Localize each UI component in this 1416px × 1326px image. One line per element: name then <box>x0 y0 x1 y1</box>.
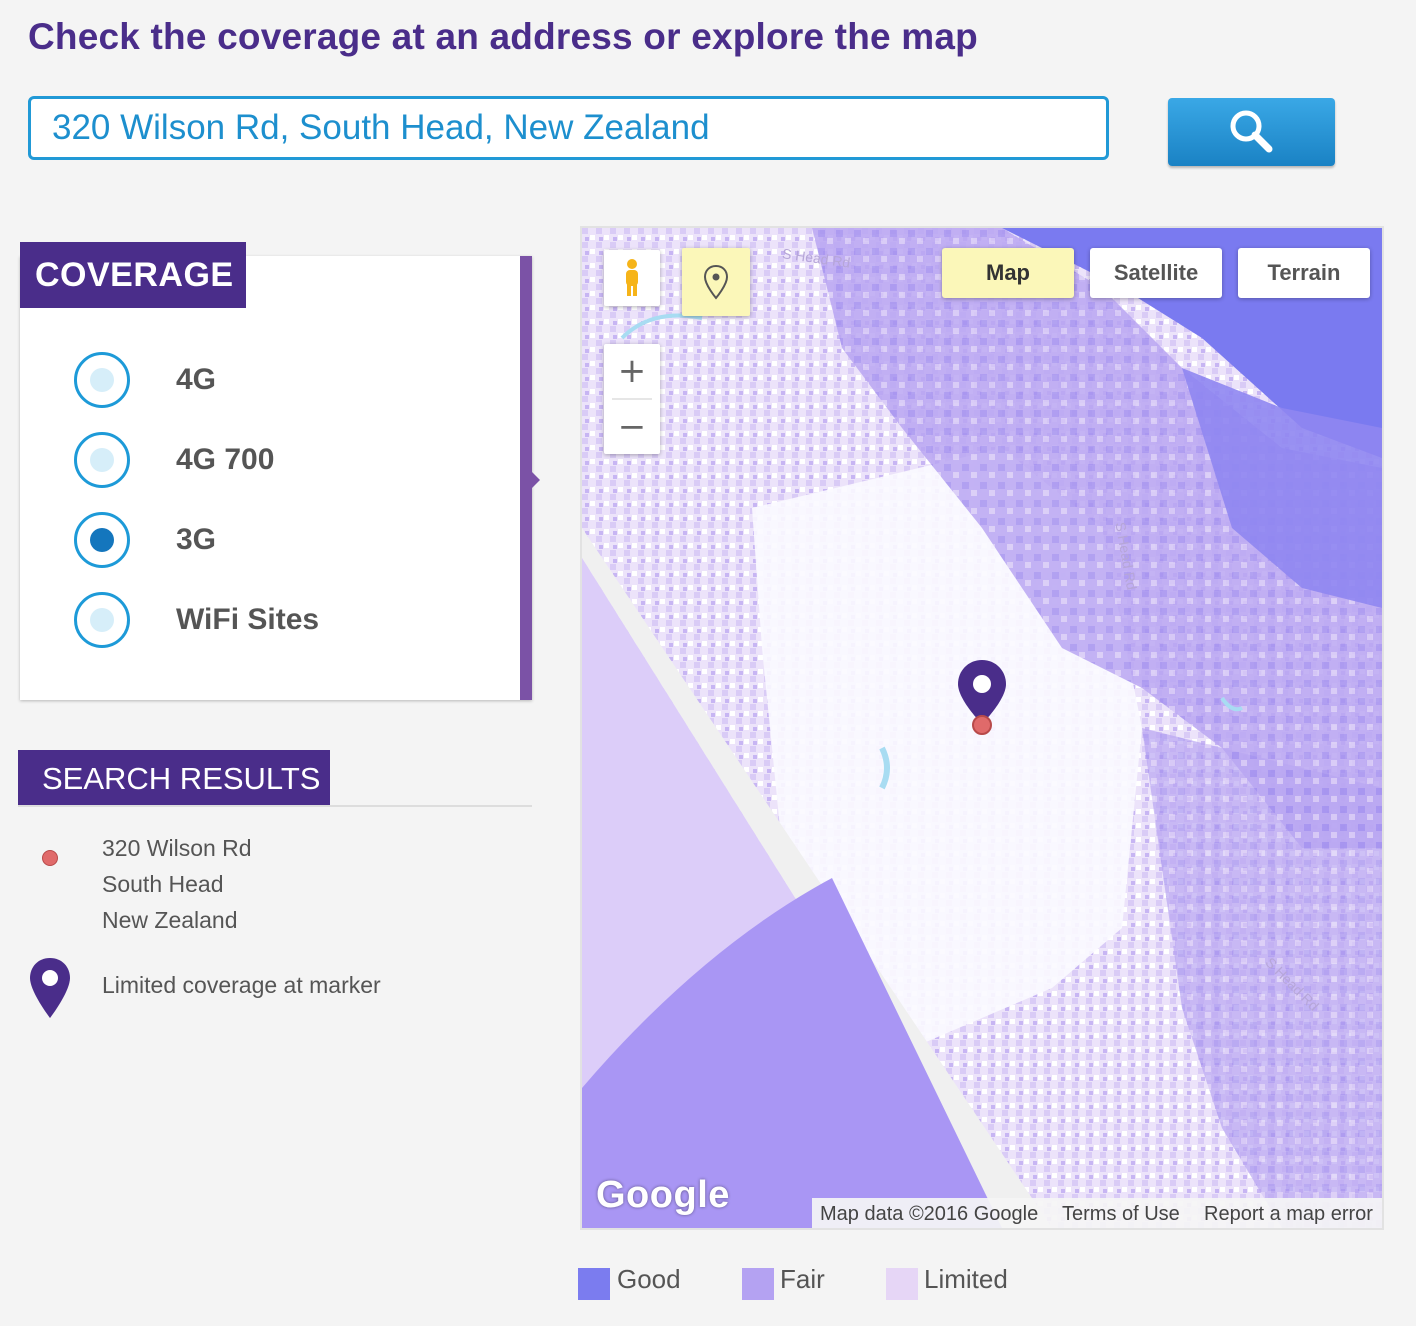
coverage-map[interactable]: S Head Rd S Head Rd S Head Rd + − Map Sa… <box>580 226 1384 1230</box>
map-marker-icon <box>30 958 70 1018</box>
map-tiles <box>582 228 1382 1228</box>
legend-swatch-fair <box>742 1268 774 1300</box>
address-dot-icon <box>42 850 58 866</box>
radio-button[interactable] <box>74 592 130 648</box>
legend-swatch-limited <box>886 1268 918 1300</box>
address-line: New Zealand <box>102 907 238 933</box>
page-title: Check the coverage at an address or expl… <box>28 16 978 57</box>
map-attribution: Map data ©2016 Google Terms of Use Repor… <box>812 1198 1382 1228</box>
google-logo: Google <box>596 1174 730 1216</box>
legend-label-fair: Fair <box>780 1264 825 1294</box>
zoom-out-button[interactable]: − <box>604 400 660 454</box>
coverage-option-label: WiFi Sites <box>176 603 320 636</box>
coverage-option-label: 3G <box>176 523 217 556</box>
divider <box>18 805 532 807</box>
map-type-map[interactable]: Map <box>942 248 1074 298</box>
coverage-option-label: 4G <box>176 363 217 396</box>
legend-label-limited: Limited <box>924 1264 1008 1294</box>
coverage-option-label: 4G 700 <box>176 443 275 476</box>
map-type-terrain[interactable]: Terrain <box>1238 248 1370 298</box>
legend-swatch-good <box>578 1268 610 1300</box>
report-map-error-link[interactable]: Report a map error <box>1204 1198 1373 1228</box>
radio-button[interactable] <box>74 432 130 488</box>
search-button[interactable] <box>1168 98 1335 166</box>
radio-button[interactable] <box>74 352 130 408</box>
coverage-panel-arrow <box>532 472 540 488</box>
coverage-option-4g-700[interactable]: 4G 700 <box>74 432 494 488</box>
zoom-control: + − <box>604 344 660 454</box>
radio-button-selected[interactable] <box>74 512 130 568</box>
coverage-option-3g[interactable]: 3G <box>74 512 494 568</box>
search-results-title: SEARCH RESULTS <box>18 750 330 806</box>
map-pin-icon <box>703 264 729 300</box>
pegman-icon <box>626 259 638 296</box>
coverage-option-4g[interactable]: 4G <box>74 352 494 408</box>
street-view-pegman[interactable] <box>604 250 660 306</box>
zoom-in-button[interactable]: + <box>604 344 660 398</box>
address-line: 320 Wilson Rd <box>102 835 252 861</box>
coverage-option-wifi-sites[interactable]: WiFi Sites <box>74 592 494 648</box>
search-icon <box>1230 110 1272 153</box>
terms-of-use-link[interactable]: Terms of Use <box>1062 1198 1180 1228</box>
address-search-input[interactable] <box>28 96 1109 160</box>
map-type-satellite[interactable]: Satellite <box>1090 248 1222 298</box>
map-data-text: Map data ©2016 Google <box>820 1203 1039 1225</box>
legend-label-good: Good <box>617 1264 681 1294</box>
coverage-title: COVERAGE <box>20 242 246 308</box>
marker-coverage-text: Limited coverage at marker <box>102 972 381 998</box>
marker-tool-button[interactable] <box>682 248 750 316</box>
coverage-panel-edge <box>520 256 532 700</box>
address-line: South Head <box>102 871 224 897</box>
